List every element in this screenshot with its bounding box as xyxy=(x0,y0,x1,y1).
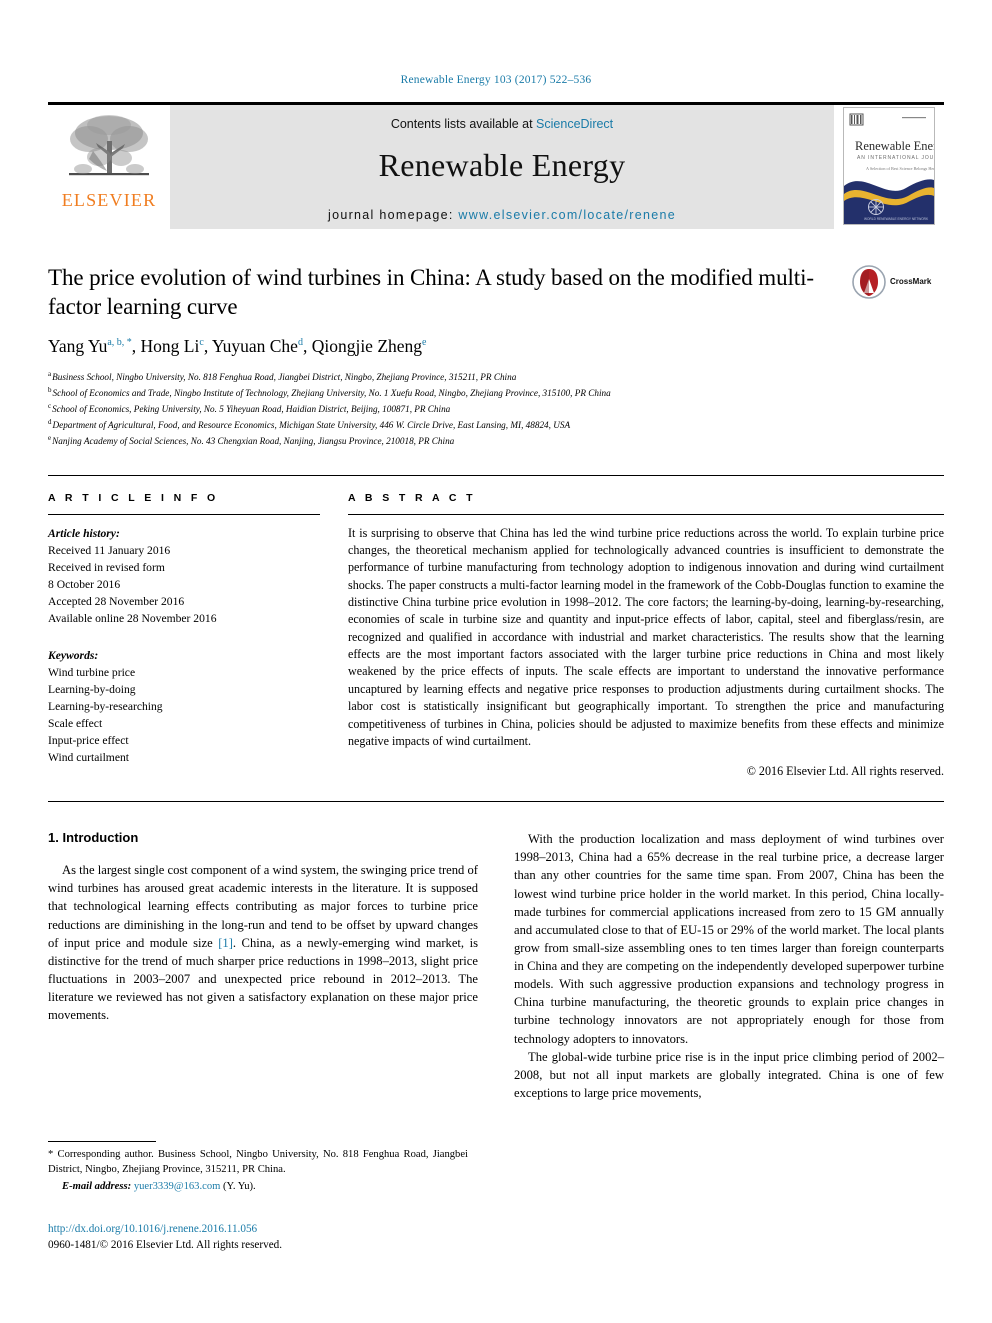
affiliation-item: aBusiness School, Ningbo University, No.… xyxy=(48,369,944,385)
author-affiliation-marks: e xyxy=(422,337,427,349)
abstract-heading: A B S T R A C T xyxy=(348,491,476,504)
article-history-line: Available online 28 November 2016 xyxy=(48,611,217,625)
elsevier-tree-icon xyxy=(69,115,149,176)
affiliation-mark: c xyxy=(48,401,52,410)
elsevier-wordmark: ELSEVIER xyxy=(61,190,157,210)
affiliation-item: dDepartment of Agricultural, Food, and R… xyxy=(48,417,944,433)
homepage-prefix: journal homepage: xyxy=(328,208,459,222)
paragraph: With the production localization and mas… xyxy=(514,832,944,1046)
affiliation-text: Department of Agricultural, Food, and Re… xyxy=(52,419,571,430)
affiliation-text: Nanjing Academy of Social Sciences, No. … xyxy=(52,435,455,446)
doi-block: http://dx.doi.org/10.1016/j.renene.2016.… xyxy=(48,1222,478,1253)
keywords-label: Keywords: xyxy=(48,648,99,662)
body-divider-rule xyxy=(48,801,944,803)
svg-text:AN INTERNATIONAL JOURNAL: AN INTERNATIONAL JOURNAL xyxy=(857,155,934,161)
article-page: Renewable Energy 103 (2017) 522–536 ELSE… xyxy=(0,0,992,1323)
footnote-text: * Corresponding author. Business School,… xyxy=(48,1147,468,1178)
crossmark-label: CrossMark xyxy=(890,277,932,286)
article-history-line: Accepted 28 November 2016 xyxy=(48,594,185,608)
email-label: E-mail address: xyxy=(62,1180,132,1192)
affiliation-mark: b xyxy=(48,385,52,394)
affiliation-text: Business School, Ningbo University, No. … xyxy=(52,371,517,382)
journal-masthead: ELSEVIER Contents lists available at Sci… xyxy=(48,102,944,229)
journal-cover-thumbnail[interactable]: Renewable Energy AN INTERNATIONAL JOURNA… xyxy=(843,107,935,225)
journal-band: Contents lists available at ScienceDirec… xyxy=(170,105,834,229)
author-affiliation-marks: c xyxy=(199,337,204,349)
doi-link[interactable]: http://dx.doi.org/10.1016/j.renene.2016.… xyxy=(48,1222,478,1238)
elsevier-logo: ELSEVIER xyxy=(48,105,170,229)
contents-available-line: Contents lists available at ScienceDirec… xyxy=(391,117,613,131)
abstract-text: It is surprising to observe that China h… xyxy=(348,525,944,748)
journal-cover-art: Renewable Energy AN INTERNATIONAL JOURNA… xyxy=(844,108,934,224)
page-title: The price evolution of wind turbines in … xyxy=(48,265,814,320)
keyword-item: Scale effect xyxy=(48,717,103,731)
author-name: Yang Yu xyxy=(48,335,108,356)
abstract-rule xyxy=(348,513,944,515)
affiliation-mark: e xyxy=(48,433,52,442)
affiliation-item: cSchool of Economics, Peking University,… xyxy=(48,401,944,417)
affiliation-mark: a xyxy=(48,369,52,378)
crossmark-icon xyxy=(852,265,886,299)
affiliation-item: bSchool of Economics and Trade, Ningbo I… xyxy=(48,385,944,401)
author-name: Yuyuan Che xyxy=(211,335,298,356)
article-history-label: Article history: xyxy=(48,526,120,540)
corresponding-author-footnote: * Corresponding author. Business School,… xyxy=(48,1141,468,1194)
footnote-email-line: E-mail address: yuer3339@163.com (Y. Yu)… xyxy=(48,1179,468,1194)
title-text-wrap: The price evolution of wind turbines in … xyxy=(48,263,852,322)
author-name: Hong Li xyxy=(140,335,200,356)
paragraph: The global-wide turbine price rise is in… xyxy=(514,1049,944,1100)
keyword-item: Input-price effect xyxy=(48,734,129,748)
author-list: Yang Yua, b, *, Hong Lic, Yuyuan Ched, Q… xyxy=(48,335,427,356)
title-block: The price evolution of wind turbines in … xyxy=(48,263,944,322)
contents-prefix: Contents lists available at xyxy=(390,117,537,131)
info-abstract-section: A R T I C L E I N F O Article history: R… xyxy=(48,474,944,779)
email-link[interactable]: yuer3339@163.com xyxy=(134,1181,221,1192)
svg-text:A Selection of Best Science Be: A Selection of Best Science Belongs Here xyxy=(866,166,934,171)
body-column-left: 1. Introduction As the largest single co… xyxy=(48,830,478,1102)
article-history-line: Received 11 January 2016 xyxy=(48,543,171,557)
issn-copyright-line: 0960-1481/© 2016 Elsevier Ltd. All right… xyxy=(48,1238,283,1251)
keyword-item: Learning-by-researching xyxy=(48,700,163,713)
journal-homepage-line: journal homepage: www.elsevier.com/locat… xyxy=(328,208,676,222)
sciencedirect-link[interactable]: ScienceDirect xyxy=(536,117,613,131)
abstract-column: A B S T R A C T It is surprising to obse… xyxy=(348,492,944,779)
article-history-block: Article history: Received 11 January 201… xyxy=(48,525,320,627)
running-head: Renewable Energy 103 (2017) 522–536 xyxy=(400,74,592,86)
affiliation-text: School of Economics, Peking University, … xyxy=(52,403,451,414)
article-history-line: 8 October 2016 xyxy=(48,577,121,591)
keyword-item: Wind turbine price xyxy=(48,665,136,679)
footnote-body: Corresponding author. Business School, N… xyxy=(48,1149,469,1176)
article-info-column: A R T I C L E I N F O Article history: R… xyxy=(48,492,320,779)
author-affiliation-marks: d xyxy=(297,337,303,349)
article-history-line: Received in revised form xyxy=(48,560,165,574)
abstract-copyright: © 2016 Elsevier Ltd. All rights reserved… xyxy=(746,764,944,779)
affiliation-list: aBusiness School, Ningbo University, No.… xyxy=(48,369,944,449)
journal-homepage-link[interactable]: www.elsevier.com/locate/renene xyxy=(458,208,676,222)
affiliation-item: eNanjing Academy of Social Sciences, No.… xyxy=(48,433,944,449)
keywords-block: Keywords: Wind turbine price Learning-by… xyxy=(48,647,320,766)
keyword-item: Wind curtailment xyxy=(48,751,129,765)
crossmark-badge-block[interactable]: CrossMark xyxy=(852,263,944,299)
footnote-rule xyxy=(48,1141,156,1142)
journal-title: Renewable Energy xyxy=(378,147,626,183)
paragraph: As the largest single cost component of … xyxy=(48,861,478,1024)
author-affiliation-marks: a, b, * xyxy=(107,337,132,349)
email-suffix: (Y. Yu). xyxy=(223,1180,256,1192)
svg-text:Renewable Energy: Renewable Energy xyxy=(855,139,934,153)
article-info-heading: A R T I C L E I N F O xyxy=(48,491,219,504)
body-columns: 1. Introduction As the largest single co… xyxy=(48,830,944,1102)
affiliation-text: School of Economics and Trade, Ningbo In… xyxy=(52,387,611,398)
section-heading-introduction: 1. Introduction xyxy=(48,830,139,846)
svg-text:WORLD RENEWABLE ENERGY NETWORK: WORLD RENEWABLE ENERGY NETWORK xyxy=(864,217,929,221)
keyword-item: Learning-by-doing xyxy=(48,682,136,696)
article-info-rule xyxy=(48,513,320,515)
body-column-right: With the production localization and mas… xyxy=(514,830,944,1102)
author-name: Qiongjie Zheng xyxy=(311,335,423,356)
footnote-mark: * xyxy=(48,1149,54,1160)
reference-link[interactable]: [1] xyxy=(218,936,233,950)
affiliation-mark: d xyxy=(48,417,52,426)
journal-cover-block: Renewable Energy AN INTERNATIONAL JOURNA… xyxy=(834,105,944,229)
